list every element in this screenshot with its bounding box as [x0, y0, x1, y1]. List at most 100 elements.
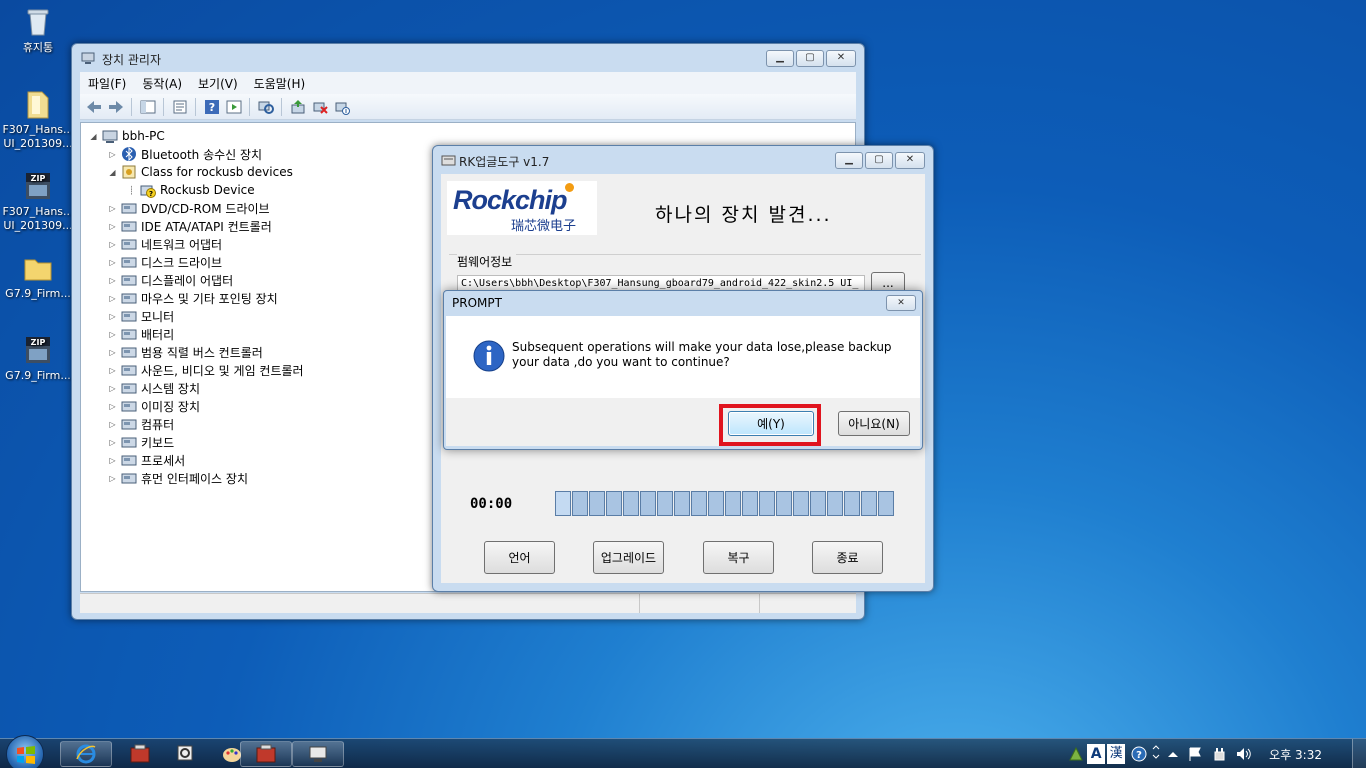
taskbar-app-1[interactable] — [114, 741, 166, 767]
tree-item[interactable]: ▷ 네트워크 어댑터 — [108, 235, 222, 253]
minimize-button[interactable]: ▁ — [835, 152, 863, 169]
tree-item-label: 디스플레이 어댑터 — [141, 273, 234, 288]
scan-hardware-button[interactable] — [256, 97, 275, 116]
collapse-arrow-icon[interactable]: ◢ — [89, 132, 98, 141]
tree-item[interactable]: ┊? Rockusb Device — [127, 181, 255, 199]
imaging-device-icon — [121, 401, 137, 412]
tree-item[interactable]: ▷ DVD/CD-ROM 드라이브 — [108, 199, 269, 217]
expand-arrow-icon[interactable]: ▷ — [108, 438, 117, 447]
show-hide-tree-button[interactable] — [138, 97, 157, 116]
progress-segment — [776, 491, 792, 516]
close-button[interactable]: ✕ — [895, 152, 925, 169]
prompt-close-button[interactable]: ✕ — [886, 295, 916, 311]
tree-item[interactable]: ▷ 이미징 장치 — [108, 397, 200, 415]
tree-item[interactable]: ▷ 배터리 — [108, 325, 174, 343]
expand-arrow-icon[interactable]: ▷ — [108, 294, 117, 303]
desktop-icon-folder-2[interactable]: G7.9_Firm... — [0, 252, 76, 301]
expand-arrow-icon[interactable]: ▷ — [108, 474, 117, 483]
arrow-left-icon — [86, 100, 101, 113]
restore-button[interactable]: 복구 — [703, 541, 774, 574]
tree-connector: ┊ — [129, 185, 134, 195]
menu-action[interactable]: 동작(A) — [142, 75, 182, 92]
no-button[interactable]: 아니요(N) — [838, 411, 910, 436]
expand-arrow-icon[interactable]: ▷ — [108, 222, 117, 231]
expand-arrow-icon[interactable]: ▷ — [108, 276, 117, 285]
tree-item[interactable]: ▷ 휴먼 인터페이스 장치 — [108, 469, 248, 487]
upgrade-button[interactable]: 업그레이드 — [593, 541, 664, 574]
yes-button[interactable]: 예(Y) — [728, 411, 814, 436]
update-driver-button[interactable] — [288, 97, 307, 116]
forward-button[interactable] — [106, 97, 125, 116]
expand-arrow-icon[interactable]: ▷ — [108, 456, 117, 465]
expand-arrow-icon[interactable]: ▷ — [108, 384, 117, 393]
tree-item[interactable]: ▷ Bluetooth 송수신 장치 — [108, 145, 262, 163]
back-button[interactable] — [84, 97, 103, 116]
ime-hanja-indicator[interactable]: 漢 — [1107, 744, 1126, 764]
taskbar-app-2[interactable] — [160, 741, 212, 767]
desktop-icon-zip-2[interactable]: ZIP G7.9_Firm... — [0, 334, 76, 383]
chevron-up-icon[interactable] — [1167, 748, 1179, 760]
desktop-icon-folder-1[interactable]: F307_Hans... UI_201309... — [0, 88, 76, 151]
help-icon[interactable]: ? — [1131, 746, 1147, 762]
disable-device-button[interactable] — [332, 97, 351, 116]
maximize-button[interactable]: ▢ — [865, 152, 893, 169]
minimize-button[interactable]: ▁ — [766, 50, 794, 67]
expand-arrow-icon[interactable]: ▷ — [108, 312, 117, 321]
firmware-label: 펌웨어정보 — [457, 253, 517, 270]
tree-item[interactable]: ▷ 범용 직렬 버스 컨트롤러 — [108, 343, 262, 361]
taskbar-ie[interactable] — [60, 741, 112, 767]
tree-item[interactable]: ▷ 마우스 및 기타 포인팅 장치 — [108, 289, 277, 307]
speaker-icon[interactable] — [1235, 746, 1251, 762]
taskbar-device-manager[interactable] — [292, 741, 344, 767]
expand-arrow-icon[interactable]: ▷ — [108, 402, 117, 411]
tree-item[interactable]: ▷ 모니터 — [108, 307, 174, 325]
start-button[interactable] — [6, 735, 44, 768]
device-manager-titlebar[interactable]: 장치 관리자 ▁ ▢ ✕ — [72, 44, 864, 72]
menu-view[interactable]: 보기(V) — [198, 75, 238, 92]
expand-arrow-icon[interactable]: ▷ — [108, 420, 117, 429]
ime-options-icon[interactable] — [1151, 745, 1161, 763]
expand-arrow-icon[interactable]: ▷ — [108, 258, 117, 267]
menu-help[interactable]: 도움말(H) — [254, 75, 306, 92]
expand-arrow-icon[interactable]: ▷ — [108, 348, 117, 357]
action-center-flag-icon[interactable] — [1187, 746, 1203, 762]
desktop-icon-zip-1[interactable]: ZIP F307_Hans... UI_201309... — [0, 170, 76, 233]
usb-device-icon[interactable] — [1211, 746, 1227, 762]
language-bar-icon[interactable] — [1067, 745, 1085, 763]
uninstall-button[interactable] — [310, 97, 329, 116]
expand-arrow-icon[interactable]: ▷ — [108, 240, 117, 249]
close-button[interactable]: ✕ — [826, 50, 856, 67]
help-button[interactable]: ? — [202, 97, 221, 116]
tree-item[interactable]: ▷ 디스플레이 어댑터 — [108, 271, 233, 289]
tree-item[interactable]: ▷ IDE ATA/ATAPI 컨트롤러 — [108, 217, 271, 235]
desktop-icon-recycle-bin[interactable]: 휴지통 — [0, 6, 76, 55]
language-button[interactable]: 언어 — [484, 541, 555, 574]
tree-item[interactable]: ▷ 시스템 장치 — [108, 379, 200, 397]
ime-mode-indicator[interactable]: A — [1087, 744, 1106, 764]
menu-file[interactable]: 파일(F) — [88, 75, 126, 92]
expand-arrow-icon[interactable]: ▷ — [108, 150, 117, 159]
tree-item[interactable]: ▷ 프로세서 — [108, 451, 185, 469]
progress-segment — [623, 491, 639, 516]
show-desktop-button[interactable] — [1352, 739, 1366, 768]
tree-root-label: bbh-PC — [122, 129, 165, 143]
expand-arrow-icon[interactable]: ▷ — [108, 330, 117, 339]
tree-item[interactable]: ▷ 디스크 드라이브 — [108, 253, 222, 271]
collapse-arrow-icon[interactable]: ◢ — [108, 168, 117, 177]
tree-root[interactable]: ◢ bbh-PC — [89, 127, 165, 145]
clock[interactable]: 오후 3:32 — [1269, 746, 1322, 763]
action-pane-button[interactable] — [224, 97, 243, 116]
tree-item[interactable]: ▷ 키보드 — [108, 433, 174, 451]
rk-titlebar[interactable]: RK업글도구 v1.7 ▁ ▢ ✕ — [433, 146, 933, 174]
maximize-button[interactable]: ▢ — [796, 50, 824, 67]
prompt-titlebar[interactable]: PROMPT ✕ — [444, 291, 922, 315]
usb-controller-icon — [121, 347, 137, 358]
expand-arrow-icon[interactable]: ▷ — [108, 204, 117, 213]
tree-item[interactable]: ▷ 사운드, 비디오 및 게임 컨트롤러 — [108, 361, 303, 379]
exit-button[interactable]: 종료 — [812, 541, 883, 574]
tree-item[interactable]: ▷ 컴퓨터 — [108, 415, 174, 433]
expand-arrow-icon[interactable]: ▷ — [108, 366, 117, 375]
tree-item[interactable]: ◢ Class for rockusb devices — [108, 163, 292, 181]
properties-button[interactable] — [170, 97, 189, 116]
taskbar-rk-tool[interactable] — [240, 741, 292, 767]
